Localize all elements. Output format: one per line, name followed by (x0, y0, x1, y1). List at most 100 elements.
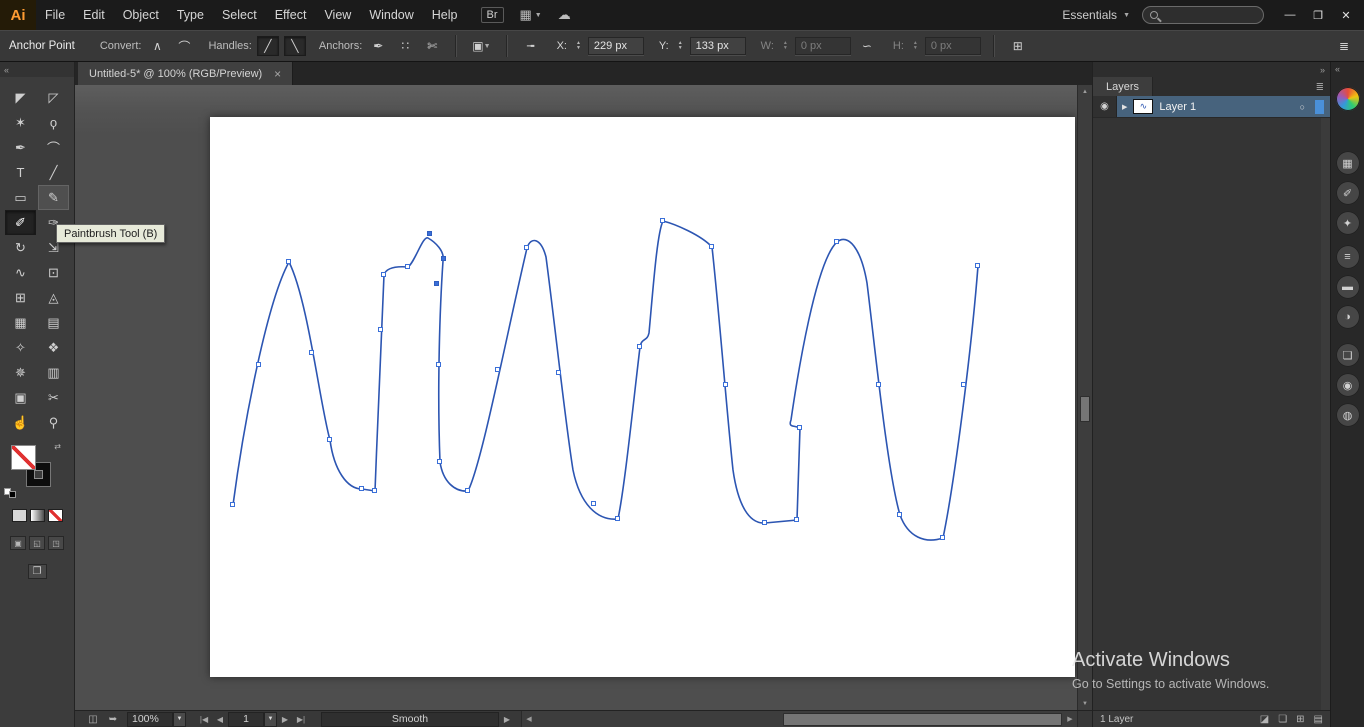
document-tab[interactable]: Untitled-5* @ 100% (RGB/Preview) × (78, 62, 294, 85)
slice-tool[interactable]: ✂ (38, 385, 69, 410)
layer-row[interactable]: ◉ ▶ ∿ Layer 1 ○ (1093, 96, 1330, 118)
hscroll-track[interactable] (536, 711, 1063, 727)
color-button[interactable] (11, 509, 27, 522)
anchor-point[interactable] (372, 488, 377, 493)
new-layer-icon[interactable]: ⊞ (1296, 714, 1304, 725)
hscroll-thumb[interactable] (782, 712, 1062, 726)
anchor-point[interactable] (961, 382, 966, 387)
anchor-point[interactable] (465, 488, 470, 493)
canvas-area[interactable]: ▲ ▼ (75, 85, 1092, 710)
horizontal-scrollbar[interactable]: ◀ ▶ (521, 710, 1077, 727)
blend-tool[interactable]: ❖ (38, 335, 69, 360)
y-field[interactable]: 133 px (689, 37, 746, 55)
layer-name[interactable]: Layer 1 (1159, 101, 1196, 113)
convert-to-smooth-button[interactable]: ⌒ (173, 36, 195, 56)
x-field[interactable]: 229 px (587, 37, 644, 55)
zoom-dropdown-icon[interactable]: ▼ (173, 711, 186, 727)
artboard-dropdown-icon[interactable]: ▼ (264, 711, 277, 727)
remove-anchor-button[interactable]: ✒ (367, 36, 389, 56)
workspace-switcher[interactable]: Essentials ▼ (1062, 8, 1130, 22)
layer-thumbnail[interactable]: ∿ (1133, 99, 1154, 114)
selected-anchor-point[interactable] (441, 256, 446, 261)
default-fill-stroke-icon[interactable] (4, 488, 16, 498)
fill-swatch[interactable] (11, 445, 36, 470)
line-segment-tool[interactable]: ╱ (38, 160, 69, 185)
prev-artboard-button[interactable]: ◀ (212, 715, 228, 724)
pen-tool[interactable]: ✒ (5, 135, 36, 160)
last-artboard-button[interactable]: ▶| (293, 715, 309, 724)
menu-type[interactable]: Type (168, 0, 213, 30)
status-icon-export[interactable]: ➥ (103, 714, 123, 725)
menu-edit[interactable]: Edit (74, 0, 114, 30)
pencil-tool[interactable]: ✎ (38, 185, 69, 210)
scroll-down-icon[interactable]: ▼ (1078, 697, 1092, 710)
anchor-point[interactable] (723, 382, 728, 387)
shape-builder-tool[interactable]: ⊞ (5, 285, 36, 310)
bridge-button[interactable]: Br (480, 7, 504, 23)
mesh-tool[interactable]: ▦ (5, 310, 36, 335)
selection-tool[interactable]: ◤ (5, 85, 36, 110)
anchor-point[interactable] (256, 362, 261, 367)
y-stepper[interactable]: ▲ ▼ (678, 41, 683, 51)
anchor-point[interactable] (794, 517, 799, 522)
curvature-tool[interactable]: ⌒ (38, 135, 69, 160)
menu-window[interactable]: Window (360, 0, 422, 30)
status-icon-collapse[interactable]: ◫ (83, 714, 103, 725)
symbol-sprayer-tool[interactable]: ✵ (5, 360, 36, 385)
symbols-panel-icon[interactable]: ✦ (1335, 211, 1360, 235)
stroke-panel-icon[interactable]: ▬ (1335, 275, 1360, 299)
hide-handles-button[interactable]: ╲ (283, 36, 306, 56)
next-artboard-button[interactable]: ▶ (277, 715, 293, 724)
vertical-scrollbar[interactable]: ▲ ▼ (1077, 85, 1092, 710)
gradient-button[interactable] (29, 509, 45, 522)
zoom-tool[interactable]: ⚲ (38, 410, 69, 435)
anchor-point[interactable] (309, 350, 314, 355)
menu-object[interactable]: Object (114, 0, 168, 30)
close-button[interactable]: ✕ (1332, 4, 1360, 26)
selected-anchor-point[interactable] (427, 231, 432, 236)
eyedropper-tool[interactable]: ✧ (5, 335, 36, 360)
draw-normal-button[interactable]: ▣ (10, 536, 26, 550)
anchor-point[interactable] (437, 459, 442, 464)
column-graph-tool[interactable]: ▥ (38, 360, 69, 385)
anchor-point[interactable] (524, 245, 529, 250)
anchor-point[interactable] (378, 327, 383, 332)
anchor-point[interactable] (230, 502, 235, 507)
draw-inside-button[interactable]: ◳ (48, 536, 64, 550)
x-stepper[interactable]: ▲ ▼ (576, 41, 581, 51)
menu-view[interactable]: View (315, 0, 360, 30)
transparency-panel-icon[interactable]: ❏ (1335, 343, 1360, 367)
anchor-point[interactable] (876, 382, 881, 387)
expand-dock-icon[interactable]: « (1331, 62, 1340, 77)
anchor-point[interactable] (556, 370, 561, 375)
screen-mode-button[interactable]: ❐ (27, 564, 47, 579)
menu-select[interactable]: Select (213, 0, 266, 30)
isolate-selection-button[interactable]: ▣ ▼ (469, 36, 493, 56)
collapse-panels-icon[interactable]: » (1320, 65, 1325, 75)
transform-panel-button[interactable]: ⊞ (1007, 36, 1029, 56)
scroll-up-icon[interactable]: ▲ (1078, 85, 1092, 98)
layers-panel-menu-icon[interactable]: ≣ (1316, 82, 1330, 96)
gradient-panel-icon[interactable]: ◑ (1335, 305, 1360, 329)
anchor-point[interactable] (327, 437, 332, 442)
minimize-button[interactable]: — (1276, 4, 1304, 26)
target-circle-icon[interactable]: ○ (1300, 102, 1305, 112)
anchor-point[interactable] (405, 264, 410, 269)
anchor-point[interactable] (359, 486, 364, 491)
tab-layers[interactable]: Layers (1093, 77, 1154, 96)
brushes-panel-icon[interactable]: ✐ (1335, 181, 1360, 205)
anchor-point[interactable] (897, 512, 902, 517)
new-sublayer-icon[interactable]: ❏ (1278, 714, 1287, 725)
perspective-grid-tool[interactable]: ◬ (38, 285, 69, 310)
anchor-point[interactable] (637, 344, 642, 349)
cut-path-button[interactable]: ✄ (421, 36, 443, 56)
scroll-left-icon[interactable]: ◀ (522, 715, 536, 723)
status-display[interactable]: Smooth (321, 711, 499, 727)
anchor-point[interactable] (797, 425, 802, 430)
anchor-point[interactable] (381, 272, 386, 277)
control-panel-menu-icon[interactable]: ≣ (1333, 36, 1355, 56)
graphic-styles-panel-icon[interactable]: ◍ (1335, 403, 1360, 427)
selected-anchor-point[interactable] (434, 281, 439, 286)
swatches-panel-icon[interactable]: ▦ (1335, 151, 1360, 175)
expand-arrow-icon[interactable]: ▶ (1122, 103, 1127, 111)
